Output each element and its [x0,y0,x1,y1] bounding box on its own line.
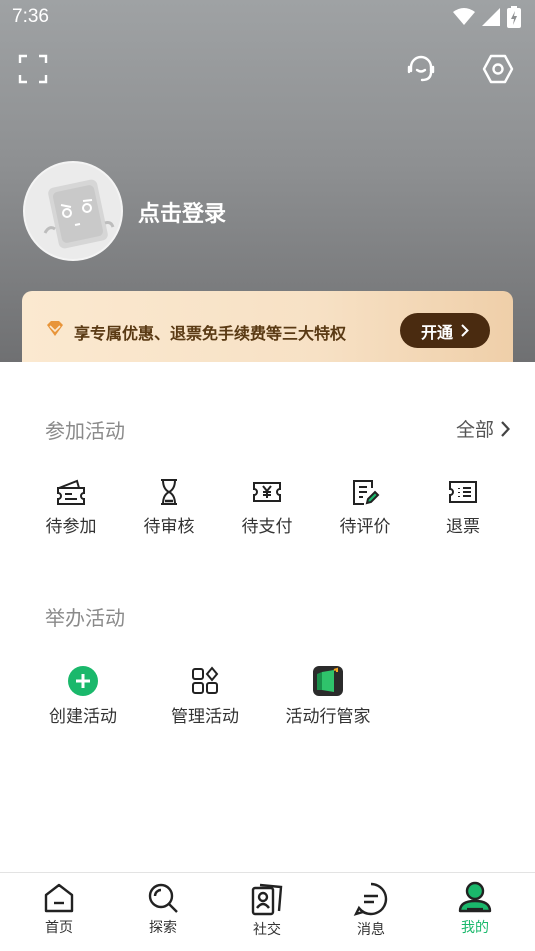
main-content: 参加活动 全部 待参加 待审核 待支付 待评价 退票 举办活动 创建活动 管理活… [0,362,535,872]
tab-label: 探索 [149,920,177,936]
battery-icon [507,6,521,28]
join-item-label: 待支付 [241,517,293,537]
status-bar: 7:36 [0,0,535,36]
wifi-icon [453,8,475,25]
avatar[interactable] [23,161,123,261]
join-item-pending-review[interactable]: 待审核 [124,478,214,537]
vip-open-label: 开通 [420,322,453,342]
avatar-mascot-icon [43,179,115,249]
see-all-link[interactable]: 全部 [456,415,510,442]
vip-diamond-icon [47,321,63,336]
host-item-label: 创建活动 [49,707,117,727]
tab-home[interactable]: 首页 [24,881,94,937]
join-item-refund[interactable]: 退票 [418,478,508,537]
yen-ticket-icon [253,482,281,502]
chevron-right-icon [461,324,469,337]
join-item-pending-rating[interactable]: 待评价 [320,478,410,537]
vip-banner[interactable]: 享专属优惠、退票免手续费等三大特权 开通 [22,291,513,371]
app-logo-icon [313,666,343,696]
host-item-create[interactable]: 创建活动 [38,666,128,727]
see-all-label: 全部 [455,419,494,441]
grid-manage-icon [192,666,219,694]
tab-social[interactable]: 社交 [232,881,302,939]
join-item-pending-payment[interactable]: 待支付 [222,478,312,537]
login-prompt[interactable]: 点击登录 [138,196,226,228]
settings-icon[interactable] [479,50,517,88]
host-item-housekeeper[interactable]: 活动行管家 [283,666,373,727]
join-item-label: 待审核 [143,517,195,537]
home-icon [44,883,74,913]
profile-icon [458,881,492,913]
bottom-tab-bar: 首页 探索 社交 消息 我的 [0,872,535,951]
join-item-label: 待评价 [339,517,391,537]
tab-label: 社交 [253,922,281,938]
tab-label: 我的 [461,920,489,936]
hourglass-icon [161,479,177,505]
vip-benefit-text: 享专属优惠、退票免手续费等三大特权 [74,324,347,343]
host-item-label: 活动行管家 [285,707,371,727]
plus-circle-icon [68,666,98,696]
join-item-label: 待参加 [45,517,97,537]
host-item-label: 管理活动 [171,707,239,727]
refund-list-icon [449,481,477,503]
status-icons [453,6,521,28]
chevron-right-icon [501,420,510,437]
tab-profile[interactable]: 我的 [440,881,510,937]
join-item-pending-attend[interactable]: 待参加 [26,478,116,537]
scan-icon[interactable] [16,52,50,86]
vip-open-button[interactable]: 开通 [400,313,490,348]
social-icon [251,883,283,916]
host-section-title: 举办活动 [45,606,125,630]
tab-label: 消息 [357,922,385,938]
tab-label: 首页 [45,920,73,936]
host-item-manage[interactable]: 管理活动 [160,666,250,727]
ticket-icon [57,479,85,505]
tab-explore[interactable]: 探索 [128,881,198,937]
status-time: 7:36 [12,6,49,27]
join-item-label: 退票 [446,517,480,537]
join-section-title: 参加活动 [45,419,125,443]
search-icon [148,883,178,913]
message-icon [353,882,388,916]
customer-service-icon[interactable] [402,50,440,88]
signal-icon [482,8,500,26]
tab-messages[interactable]: 消息 [336,881,406,939]
edit-note-icon [353,480,380,505]
